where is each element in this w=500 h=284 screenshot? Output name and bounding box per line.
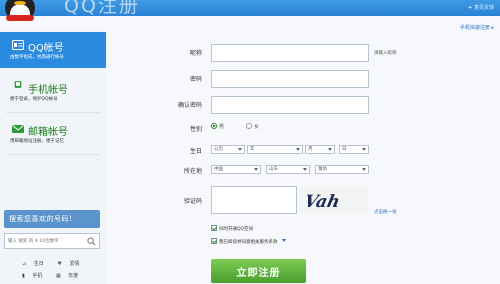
select-value: 月 <box>308 147 313 152</box>
tag-label: 手机 <box>32 273 43 279</box>
radio-selected-icon <box>211 123 217 129</box>
number-search-field[interactable] <box>4 233 100 249</box>
day-select[interactable]: 日 <box>339 145 369 154</box>
tag-love[interactable]: ♥ 爱情 <box>57 261 85 267</box>
id-card-icon <box>12 40 24 50</box>
register-button[interactable]: 立即注册 <box>211 259 306 283</box>
sidebar-item-subtitle: 用邮箱地址注册，便于记忆 <box>10 139 64 144</box>
sidebar-item-title: QQ帐号 <box>28 43 64 54</box>
captcha-label: 验证码 <box>183 198 202 205</box>
cake-icon: ⊿ <box>22 261 27 267</box>
mail-icon <box>12 125 24 133</box>
sidebar-item-subtitle: 由数字组成，经典通行帐号 <box>10 55 64 60</box>
sidebar-item-phone-account[interactable]: 手机帐号 便于登录，保护QQ帐号 <box>0 74 106 110</box>
mobile-register-link[interactable]: 手机快速注册 ▸ <box>460 24 494 31</box>
phone-icon <box>14 81 22 88</box>
select-value: 潍坊 <box>318 167 327 172</box>
nickname-label: 昵称 <box>189 50 202 57</box>
calendar-type-select[interactable]: 公历 <box>211 145 245 154</box>
qq-penguin-logo <box>5 0 35 24</box>
chevron-down-icon <box>362 168 366 171</box>
password-input[interactable] <box>211 70 369 88</box>
confirm-password-label: 确认密码 <box>177 102 202 109</box>
page-title: QQ注册 <box>64 0 140 17</box>
terms-checkbox[interactable]: 我已阅读并同意相关服务条款 <box>211 238 286 245</box>
select-value: 日 <box>342 147 347 152</box>
tag-label: 爱情 <box>69 261 80 267</box>
feedback-link[interactable]: ➜ 意见反馈 <box>468 4 494 11</box>
checkbox-label: 同时开通QQ空间 <box>219 227 254 232</box>
password-label: 密码 <box>189 76 202 83</box>
gender-female-radio[interactable]: 女 <box>246 123 259 130</box>
checkbox-checked-icon <box>211 225 217 231</box>
divider <box>6 154 100 155</box>
feedback-label: 意见反馈 <box>473 5 494 11</box>
number-search-input[interactable] <box>5 234 87 248</box>
nickname-hint: 请输入昵称 <box>374 51 397 56</box>
phone-small-icon: ▮ <box>22 273 25 279</box>
gender-label: 性别 <box>189 126 202 133</box>
tag-birthday[interactable]: ⊿ 生日 <box>22 261 50 267</box>
chevron-down-icon <box>254 168 258 171</box>
registration-form: 手机快速注册 ▸ 昵称 请输入昵称 密码 确认密码 性别 男 女 生日 公历 年… <box>106 16 500 284</box>
captcha-input[interactable] <box>211 186 297 214</box>
chevron-down-icon <box>328 148 332 151</box>
tag-mobile[interactable]: ▮ 手机 <box>22 273 48 279</box>
checkbox-checked-icon <box>211 238 217 244</box>
sidebar-item-qq-account[interactable]: QQ帐号 由数字组成，经典通行帐号 <box>0 32 116 68</box>
chevron-down-icon[interactable] <box>281 239 286 242</box>
location-label: 所在地 <box>183 168 202 175</box>
captcha-glyphs: Vah <box>302 192 341 212</box>
tag-year[interactable]: ▦ 年度 <box>56 273 84 279</box>
select-value: 中国 <box>214 167 223 172</box>
select-value: 年 <box>250 147 255 152</box>
number-tags: ⊿ 生日 ♥ 爱情 ▮ 手机 ▦ 年度 <box>22 260 102 284</box>
number-search-banner: 搜索您喜欢的号码! <box>4 210 100 228</box>
mobile-register-label: 手机快速注册 <box>459 25 490 31</box>
arrow-icon: ➜ <box>467 5 472 11</box>
refresh-captcha-link[interactable]: 点击换一张 <box>374 209 397 215</box>
birthday-label: 生日 <box>189 148 202 155</box>
gender-male-radio[interactable]: 男 <box>211 123 224 130</box>
gender-option-label: 女 <box>254 124 260 130</box>
number-search-title: 搜索您喜欢的号码! <box>9 215 73 223</box>
province-select[interactable]: 山东 <box>266 165 310 174</box>
radio-empty-icon <box>246 123 252 129</box>
chevron-down-icon <box>362 148 366 151</box>
select-value: 公历 <box>214 147 223 152</box>
divider <box>6 112 100 113</box>
tag-label: 生日 <box>33 261 44 267</box>
tag-label: 年度 <box>68 273 79 279</box>
gender-option-label: 男 <box>219 124 225 130</box>
chevron-down-icon <box>303 168 307 171</box>
calendar-icon: ▦ <box>55 273 61 279</box>
chevron-down-icon <box>238 148 242 151</box>
captcha-text: Vah <box>302 192 341 212</box>
month-select[interactable]: 月 <box>305 145 335 154</box>
nickname-input[interactable] <box>211 44 369 62</box>
captcha-image[interactable]: Vah <box>300 186 368 214</box>
header-bar: QQ注册 ➜ 意见反馈 <box>0 0 500 24</box>
country-select[interactable]: 中国 <box>211 165 261 174</box>
confirm-password-input[interactable] <box>211 96 369 114</box>
chevron-down-icon <box>296 148 300 151</box>
search-icon[interactable] <box>87 237 96 246</box>
year-select[interactable]: 年 <box>247 145 303 154</box>
select-value: 山东 <box>269 167 278 172</box>
sidebar-item-title: 手机帐号 <box>28 85 68 96</box>
city-select[interactable]: 潍坊 <box>315 165 369 174</box>
checkbox-label: 我已阅读并同意相关服务条款 <box>219 240 278 245</box>
chevron-right-icon: ▸ <box>491 25 494 31</box>
heart-icon: ♥ <box>57 261 62 267</box>
sidebar-item-subtitle: 便于登录，保护QQ帐号 <box>10 97 58 102</box>
sidebar-item-title: 邮箱帐号 <box>28 127 68 138</box>
qzone-checkbox[interactable]: 同时开通QQ空间 <box>211 225 253 232</box>
sidebar-item-mail-account[interactable]: 邮箱帐号 用邮箱地址注册，便于记忆 <box>0 116 106 152</box>
